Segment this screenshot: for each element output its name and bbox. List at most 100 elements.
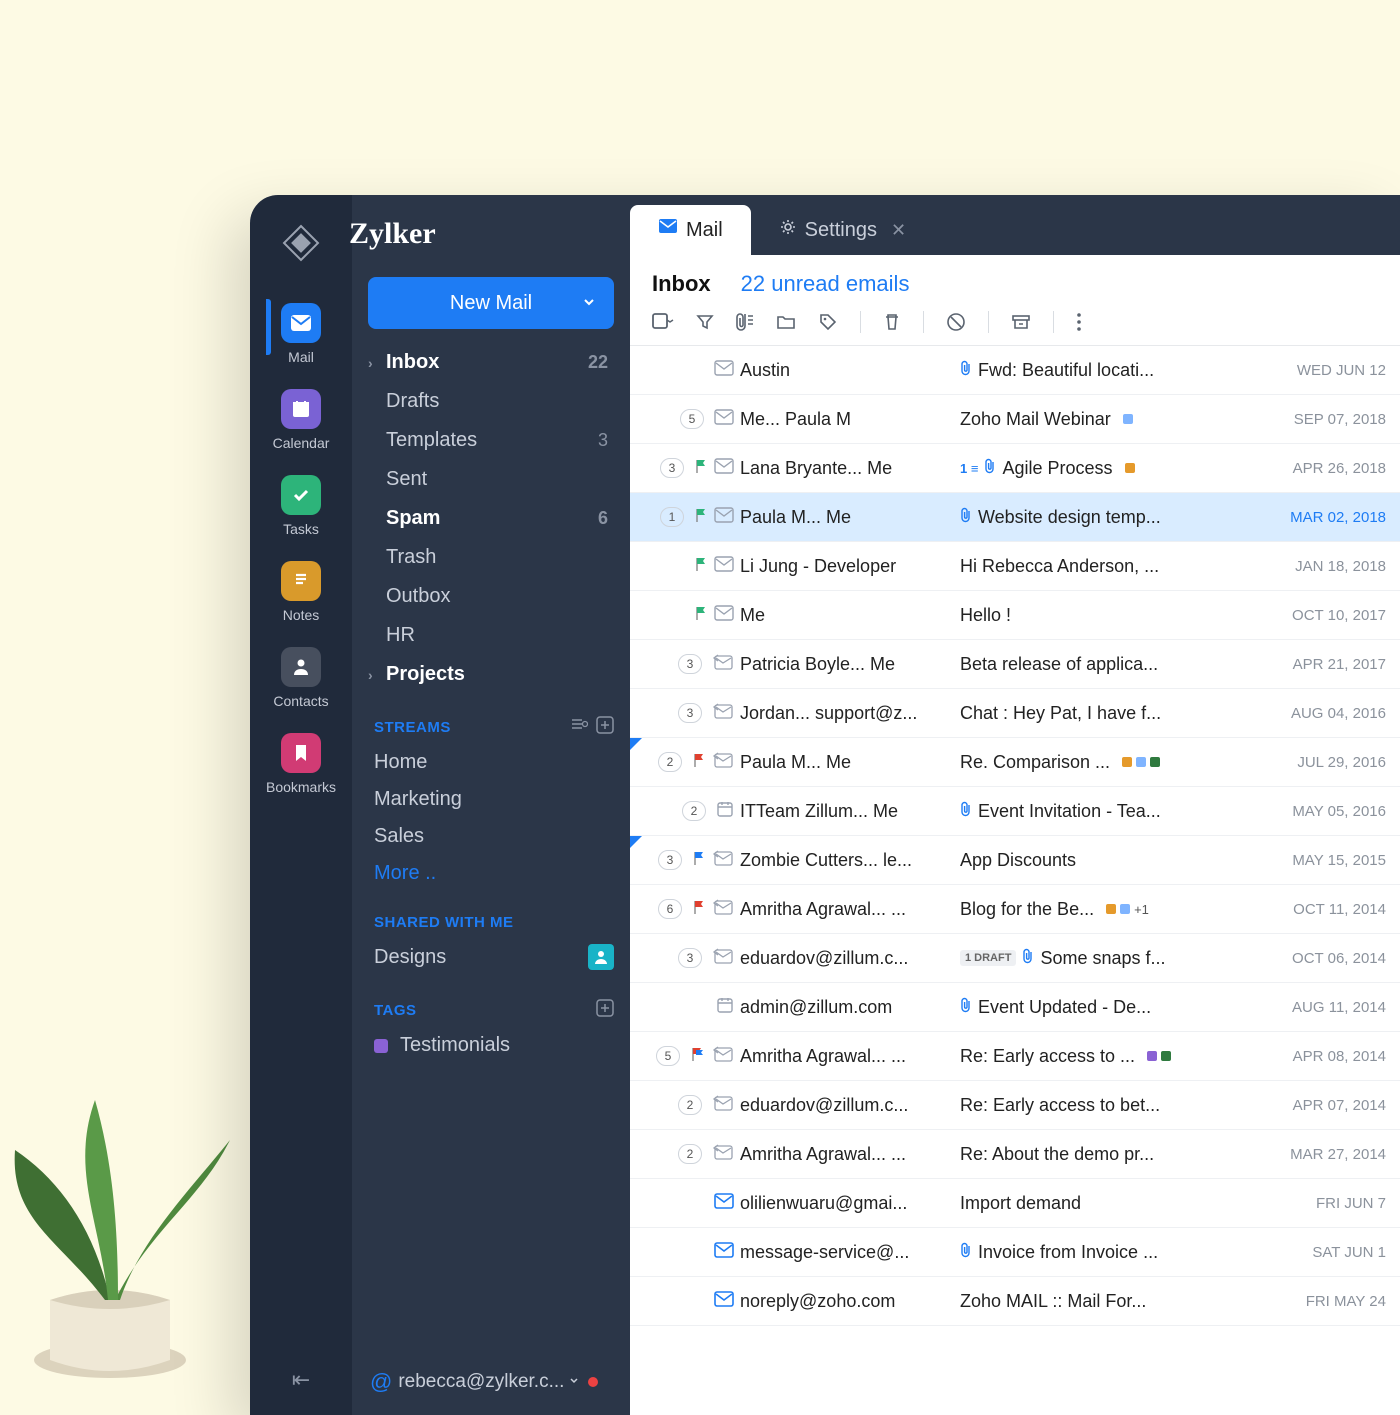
streams-settings-icon[interactable]: [570, 716, 588, 738]
envelope-icon: [714, 605, 734, 626]
tab-settings[interactable]: Settings✕: [751, 205, 934, 255]
folder-outbox[interactable]: Outbox: [358, 577, 624, 616]
message-row[interactable]: admin@zillum.com Event Updated - De... A…: [630, 983, 1400, 1032]
message-row[interactable]: 3 Zombie Cutters... le... App Discounts …: [630, 836, 1400, 885]
message-subject: Zoho Mail Webinar: [960, 409, 1266, 430]
message-subject: 1 DRAFT Some snaps f...: [960, 948, 1266, 969]
stream-sales[interactable]: Sales: [352, 818, 630, 855]
stream-home[interactable]: Home: [352, 744, 630, 781]
message-row[interactable]: olilienwuaru@gmai... Import demand FRI J…: [630, 1179, 1400, 1228]
account-switcher[interactable]: @ rebecca@zylker.c...: [352, 1355, 630, 1415]
message-row[interactable]: 5 Amritha Agrawal... ... Re: Early acces…: [630, 1032, 1400, 1081]
more-menu-icon[interactable]: [1076, 312, 1082, 332]
streams-add-icon[interactable]: [596, 716, 614, 738]
folder-inbox[interactable]: ›Inbox22: [358, 343, 624, 382]
message-subject: Beta release of applica...: [960, 654, 1266, 675]
thread-count: 2: [682, 801, 706, 821]
folder-drafts[interactable]: Drafts: [358, 382, 624, 421]
folder-hr[interactable]: HR: [358, 616, 624, 655]
thread-count: 5: [680, 409, 704, 429]
tag-testimonials[interactable]: Testimonials: [352, 1027, 630, 1064]
folder-trash[interactable]: Trash: [358, 538, 624, 577]
streams-more[interactable]: More ..: [352, 855, 630, 892]
folder-spam[interactable]: Spam6: [358, 499, 624, 538]
message-date: APR 07, 2014: [1266, 1097, 1386, 1114]
message-from: noreply@zoho.com: [740, 1291, 960, 1312]
envelope-icon: [712, 702, 734, 725]
message-date: WED JUN 12: [1266, 362, 1386, 379]
message-row[interactable]: 1 Paula M... Me Website design temp... M…: [630, 493, 1400, 542]
message-row[interactable]: 6 Amritha Agrawal... ... Blog for the Be…: [630, 885, 1400, 934]
shared-designs[interactable]: Designs: [352, 937, 630, 977]
rail-contacts[interactable]: Contacts: [266, 637, 336, 723]
envelope-icon: [712, 1143, 734, 1166]
shared-heading: SHARED WITH ME: [352, 892, 630, 937]
message-row[interactable]: 2 Paula M... Me Re. Comparison ... JUL 2…: [630, 738, 1400, 787]
message-subject: Re: Early access to ...: [960, 1046, 1266, 1067]
message-row[interactable]: 3 Lana Bryante... Me 1 ≡ Agile Process A…: [630, 444, 1400, 493]
message-row[interactable]: 2 ITTeam Zillum... Me Event Invitation -…: [630, 787, 1400, 836]
message-row[interactable]: 3 Patricia Boyle... Me Beta release of a…: [630, 640, 1400, 689]
flag-icon: [694, 556, 708, 576]
folder-projects[interactable]: ›Projects: [358, 655, 624, 694]
chevron-down-icon: [582, 292, 596, 315]
rail-calendar[interactable]: Calendar: [266, 379, 336, 465]
message-row[interactable]: Me Hello ! OCT 10, 2017: [630, 591, 1400, 640]
tag-color-icon: [374, 1039, 388, 1053]
message-row[interactable]: 3 Jordan... support@z... Chat : Hey Pat,…: [630, 689, 1400, 738]
message-row[interactable]: 2 Amritha Agrawal... ... Re: About the d…: [630, 1130, 1400, 1179]
folder-label: Templates: [386, 429, 477, 452]
message-row[interactable]: 2 eduardov@zillum.c... Re: Early access …: [630, 1081, 1400, 1130]
bookmark-icon: [281, 733, 321, 773]
folder-templates[interactable]: Templates3: [358, 421, 624, 460]
message-tags: [1123, 414, 1133, 424]
message-row[interactable]: Austin Fwd: Beautiful locati... WED JUN …: [630, 346, 1400, 395]
rail-bookmarks[interactable]: Bookmarks: [266, 723, 336, 809]
folder-label: Spam: [386, 507, 440, 530]
thread-indicator-icon: [630, 836, 642, 848]
paperclip-icon: [984, 458, 996, 479]
message-date: AUG 11, 2014: [1266, 999, 1386, 1016]
delete-icon[interactable]: [883, 312, 901, 332]
message-from: message-service@...: [740, 1242, 960, 1263]
message-row[interactable]: Li Jung - Developer Hi Rebecca Anderson,…: [630, 542, 1400, 591]
message-row[interactable]: 5 Me... Paula M Zoho Mail Webinar SEP 07…: [630, 395, 1400, 444]
rail-mail[interactable]: Mail: [266, 293, 336, 379]
message-row[interactable]: noreply@zoho.com Zoho MAIL :: Mail For..…: [630, 1277, 1400, 1326]
app-window: MailCalendarTasksNotesContactsBookmarks …: [250, 195, 1400, 1415]
mail-icon: [658, 218, 678, 242]
rail-notes[interactable]: Notes: [266, 551, 336, 637]
gear-icon: [779, 218, 797, 242]
tags-add-icon[interactable]: [596, 999, 614, 1021]
message-from: eduardov@zillum.c...: [740, 1095, 960, 1116]
paperclip-icon: [960, 801, 972, 822]
message-date: SAT JUN 1: [1266, 1244, 1386, 1261]
streams-heading: STREAMS: [352, 694, 630, 744]
rail-tasks[interactable]: Tasks: [266, 465, 336, 551]
folder-label: Inbox: [386, 351, 439, 374]
archive-icon[interactable]: [1011, 313, 1031, 331]
spam-icon[interactable]: [946, 312, 966, 332]
new-mail-button[interactable]: New Mail: [368, 277, 614, 329]
list-header: Inbox 22 unread emails: [630, 255, 1400, 307]
stream-marketing[interactable]: Marketing: [352, 781, 630, 818]
thread-count: 6: [658, 899, 682, 919]
folder-sent[interactable]: Sent: [358, 460, 624, 499]
thread-count: 2: [678, 1144, 702, 1164]
tag-icon[interactable]: [818, 312, 838, 332]
decorative-plant: [0, 1000, 260, 1400]
collapse-rail-button[interactable]: ⇤: [292, 1367, 310, 1415]
message-subject: Zoho MAIL :: Mail For...: [960, 1291, 1266, 1312]
folder-move-icon[interactable]: [776, 313, 796, 331]
message-row[interactable]: 3 eduardov@zillum.c... 1 DRAFT Some snap…: [630, 934, 1400, 983]
message-tags: [1125, 463, 1135, 473]
select-all-checkbox[interactable]: [652, 313, 674, 331]
envelope-icon: [714, 507, 734, 528]
unread-count-link[interactable]: 22 unread emails: [741, 271, 910, 297]
folder-label: Drafts: [386, 390, 439, 413]
filter-icon[interactable]: [696, 313, 714, 331]
close-icon[interactable]: ✕: [891, 220, 906, 241]
attachment-filter-icon[interactable]: [736, 312, 754, 332]
message-row[interactable]: message-service@... Invoice from Invoice…: [630, 1228, 1400, 1277]
tab-mail[interactable]: Mail: [630, 205, 751, 255]
